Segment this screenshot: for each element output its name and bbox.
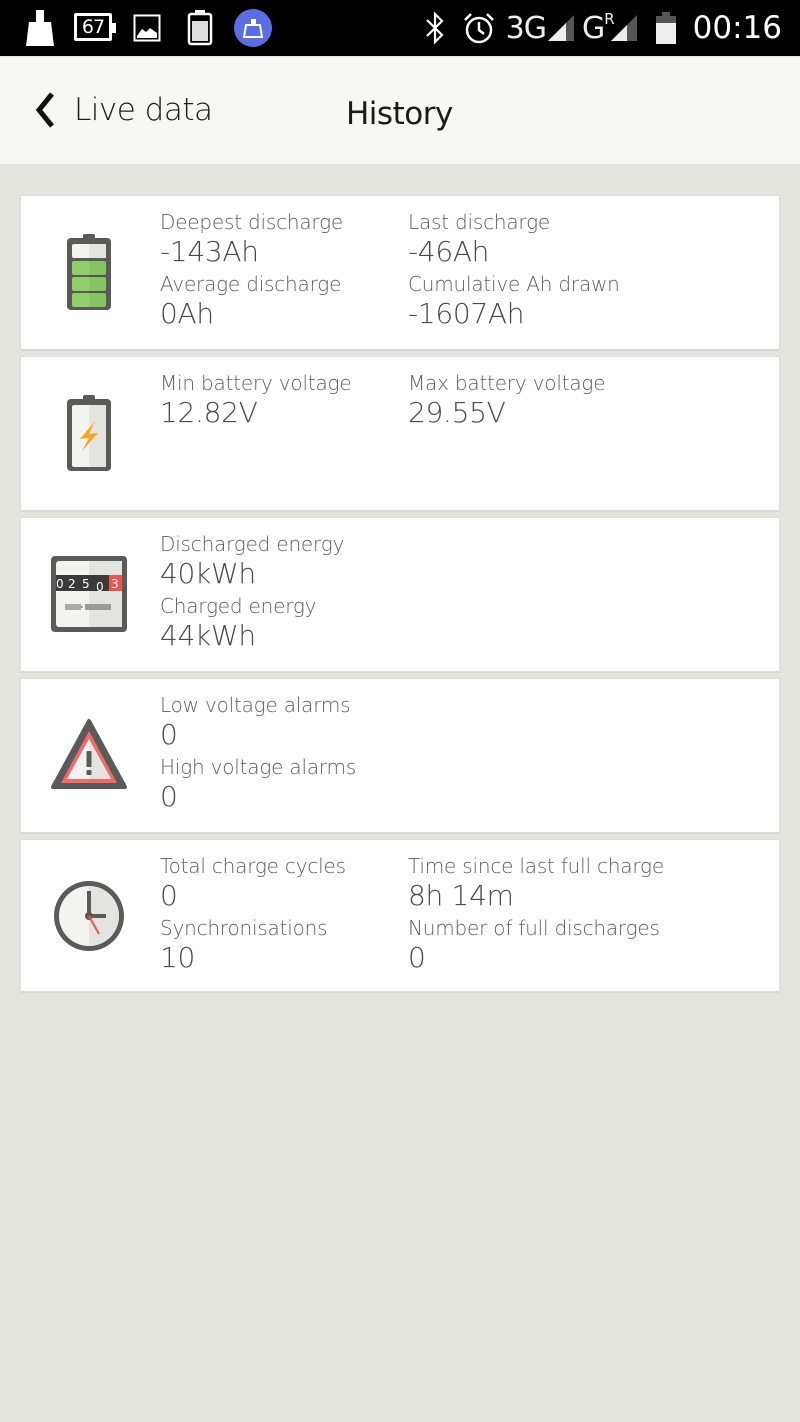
field-label: Max battery voltage [408,371,606,395]
field-total-charge-cycles: Total charge cycles 0 [160,854,346,914]
field-full-discharges: Number of full discharges 0 [408,916,660,976]
field-value: 10 [160,941,196,974]
meter-digit: 5 [82,577,90,591]
field-label: Synchronisations [160,916,328,940]
field-high-voltage-alarms: High voltage alarms 0 [160,755,356,815]
voltage-card: Min battery voltage 12.82V Max battery v… [20,356,780,511]
app-header: Live data History [0,56,800,164]
field-label: Low voltage alarms [160,693,351,717]
field-label: Charged energy [160,594,317,618]
field-value: -46Ah [408,235,490,268]
field-label: Total charge cycles [160,854,346,878]
status-right: 3G G R 00:16 [424,0,782,56]
meter-digit: 2 [68,577,76,591]
field-value: 29.55V [408,396,506,429]
signal-icon-1 [547,15,574,41]
cleaner-icon [26,10,54,46]
network-type-2: G [581,10,605,46]
meter-digit: 3 [111,577,119,591]
field-value: -1607Ah [408,297,525,330]
battery-level-icon [67,234,111,310]
field-average-discharge: Average discharge 0Ah [160,272,341,332]
discharge-card: Deepest discharge -143Ah Last discharge … [20,195,780,350]
alarm-icon [463,13,494,44]
field-label: Average discharge [160,272,342,296]
battery-percent-value: 67 [81,15,105,38]
signal-icon-2 [610,15,637,41]
field-min-voltage: Min battery voltage 12.82V [160,371,352,431]
page-title: History [346,96,453,132]
field-value: 0 [160,718,178,751]
back-button[interactable]: Live data [32,85,213,135]
field-value: 0 [408,941,426,974]
field-value: 0 [160,879,178,912]
field-discharged-energy: Discharged energy 40kWh [160,532,344,592]
field-value: -143Ah [160,235,259,268]
battery-status-icon [655,12,676,44]
status-bar: 67 3G G R 00:16 [0,0,800,56]
alarms-card: Low voltage alarms 0 High voltage alarms… [20,678,780,833]
field-label: Last discharge [408,210,550,234]
back-label: Live data [74,92,213,128]
cleaner-active-icon [234,9,272,47]
meter-digit: 0 [96,580,104,594]
field-label: Cumulative Ah drawn [408,272,620,296]
field-label: Deepest discharge [160,210,344,234]
network-type-1: 3G [505,10,547,46]
field-label: Number of full discharges [408,916,660,940]
field-value: 8h 14m [408,879,514,912]
field-cumulative-ah: Cumulative Ah drawn -1607Ah [408,272,620,332]
field-low-voltage-alarms: Low voltage alarms 0 [160,693,351,753]
field-label: High voltage alarms [160,755,357,779]
bluetooth-icon [425,11,444,45]
battery-percent-icon: 67 [74,13,116,41]
field-charged-energy: Charged energy 44kWh [160,594,317,654]
clock-icon [54,881,124,951]
field-time-since-full-charge: Time since last full charge 8h 14m [408,854,664,914]
field-value: 40kWh [160,557,256,590]
field-label: Discharged energy [160,532,345,556]
cycles-card: Total charge cycles 0 Time since last fu… [20,839,780,992]
battery-voltage-icon [67,395,111,471]
field-value: 0Ah [160,297,214,330]
field-label: Min battery voltage [160,371,352,395]
field-synchronisations: Synchronisations 10 [160,916,328,976]
meter-digit: 0 [56,577,64,591]
field-value: 0 [160,780,178,813]
field-value: 12.82V [160,396,258,429]
warning-icon [51,719,127,789]
chevron-left-icon [35,92,54,128]
battery-full-icon [187,10,213,46]
energy-meter-icon: 0 2 5 0 3 [51,556,127,632]
field-label: Time since last full charge [408,854,664,878]
field-last-discharge: Last discharge -46Ah [408,210,550,270]
image-icon [133,14,161,42]
field-deepest-discharge: Deepest discharge -143Ah [160,210,343,270]
clock-time: 00:16 [692,10,782,46]
energy-card: 0 2 5 0 3 Discharged energy 40kWh Charge… [20,517,780,672]
field-max-voltage: Max battery voltage 29.55V [408,371,605,431]
field-value: 44kWh [160,619,256,652]
